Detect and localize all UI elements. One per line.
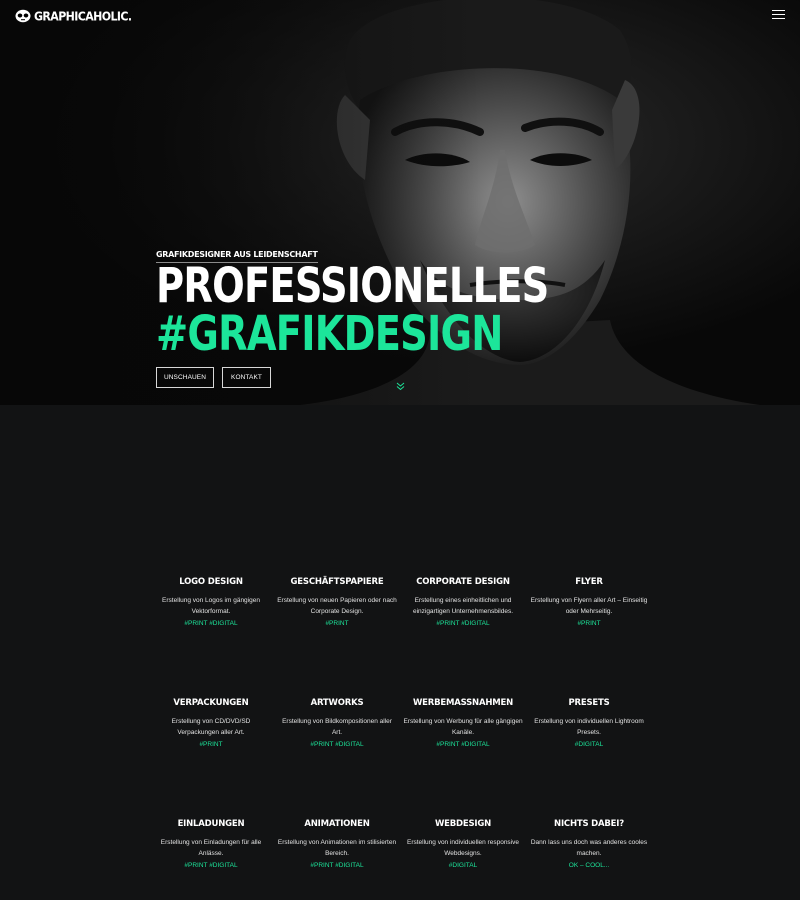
service-tags: #PRINT #DIGITAL (310, 862, 364, 869)
service-title: ANIMATIONEN (304, 819, 370, 829)
service-description: Erstellung von Animationen im stilisiert… (277, 839, 397, 857)
service-title: FLYER (575, 577, 603, 587)
service-title: PRESETS (568, 698, 610, 708)
service-tags: #PRINT (577, 620, 601, 627)
hero-section: GRAPHICAHOLIC. GRAFIKDESIGNER AUS LEIDEN… (0, 0, 800, 405)
hamburger-menu-icon[interactable] (772, 10, 785, 20)
service-description: Dann lass uns doch was anderes cooles ma… (530, 839, 648, 857)
service-card: ARTWORKS Erstellung von Bildkompositionen… (277, 698, 397, 750)
service-tags: #PRINT (199, 741, 223, 748)
service-title: WERBEMASSNAHMEN (412, 698, 514, 708)
service-title: NICHTS DABEI? (554, 819, 624, 829)
service-card: ANIMATIONEN Erstellung von Animationen im… (277, 819, 397, 871)
service-title: LOGO DESIGN (179, 577, 243, 587)
service-tags: #PRINT (325, 620, 349, 627)
service-description: Erstellung von neuen Papieren oder nach … (277, 597, 397, 615)
service-description: Erstellung von individuellen Lightroom P… (534, 718, 644, 736)
service-title: VERPACKUNGEN (173, 698, 249, 708)
service-card: VERPACKUNGEN Erstellung von CD/DVD/SD Ver… (151, 698, 271, 750)
page: GRAPHICAHOLIC. GRAFIKDESIGNER AUS LEIDEN… (0, 0, 800, 900)
service-description: Erstellung von individuellen responsive … (406, 839, 519, 857)
service-tags: #DIGITAL (574, 741, 604, 748)
double-chevron-down-icon[interactable] (396, 382, 405, 391)
service-description: Erstellung von Flyern aller Art – Einsei… (530, 597, 648, 615)
service-tags: #PRINT #DIGITAL (310, 741, 364, 748)
service-tags: #PRINT #DIGITAL (436, 620, 490, 627)
hero-headline-line1: PROFESSIONELLES (156, 258, 549, 314)
service-description: Erstellung von Werbung für alle gängigen… (403, 718, 523, 736)
service-title: CORPORATE DESIGN (416, 577, 510, 587)
contact-button[interactable]: KONTAKT (222, 367, 271, 388)
services-section: LOGO DESIGN Erstellung von Logos im gängi… (0, 405, 800, 900)
service-card: EINLADUNGEN Erstellung von Einladungen fü… (151, 819, 271, 871)
menu-line (772, 18, 785, 19)
hero-headline-line2: #GRAFIKDESIGN (156, 306, 503, 362)
service-tags: #PRINT #DIGITAL (184, 862, 238, 869)
service-title: EINLADUNGEN (177, 819, 245, 829)
service-description: Erstellung von Einladungen für alle Anlä… (160, 839, 262, 857)
brand-logo[interactable]: GRAPHICAHOLIC. (15, 8, 132, 24)
service-description: Erstellung von CD/DVD/SD Verpackungen al… (171, 718, 251, 736)
service-tags[interactable]: OK – COOL... (529, 861, 649, 871)
brand-logo-text: GRAPHICAHOLIC. (34, 8, 132, 24)
service-tags: #PRINT #DIGITAL (436, 741, 490, 748)
service-tags: #PRINT #DIGITAL (184, 620, 238, 627)
service-tags: #DIGITAL (448, 862, 478, 869)
look-button[interactable]: UNSCHAUEN (156, 367, 214, 388)
service-card: WEBDESIGN Erstellung von individuellen re… (403, 819, 523, 871)
service-card: CORPORATE DESIGN Erstellung eines einheit… (403, 577, 523, 629)
service-card: FLYER Erstellung von Flyern aller Art – E… (529, 577, 649, 629)
mask-logo-icon (15, 9, 31, 23)
menu-line (772, 14, 785, 15)
service-description: Erstellung eines einheitlichen und einzi… (412, 597, 514, 615)
menu-line (772, 10, 785, 11)
service-card: WERBEMASSNAHMEN Erstellung von Werbung fü… (403, 698, 523, 750)
service-card: GESCHÄFTSPAPIERE Erstellung von neuen Pap… (277, 577, 397, 629)
service-description: Erstellung von Bildkompositionen aller A… (282, 718, 392, 736)
top-navigation-bar: GRAPHICAHOLIC. (0, 0, 800, 32)
service-card: PRESETS Erstellung von individuellen Ligh… (529, 698, 649, 750)
service-description: Erstellung von Logos im gängigen Vektorf… (162, 597, 260, 615)
service-title: WEBDESIGN (434, 819, 492, 829)
service-card: LOGO DESIGN Erstellung von Logos im gängi… (151, 577, 271, 629)
service-title: GESCHÄFTSPAPIERE (290, 577, 384, 587)
service-title: ARTWORKS (310, 698, 364, 708)
service-card: NICHTS DABEI? Dann lass uns doch was ande… (529, 819, 649, 871)
